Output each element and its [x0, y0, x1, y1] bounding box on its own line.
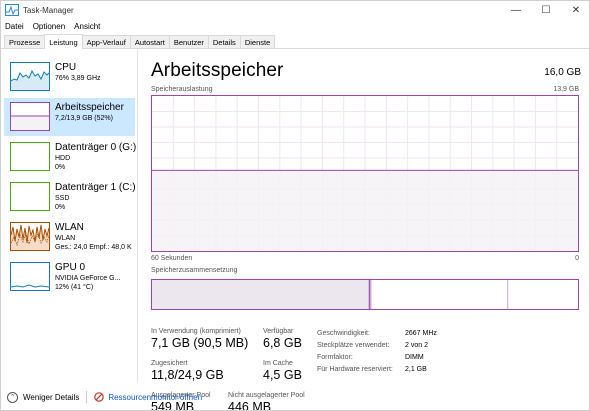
- stat-available-value: 6,8 GB: [263, 336, 302, 350]
- memory-composition-svg: [152, 280, 509, 309]
- spec-speed-key: Geschwindigkeit:: [317, 330, 370, 337]
- spec-reserved-key: Für Hardware reserviert:: [317, 366, 393, 373]
- resource-monitor-label: Ressourcenmonitor öffnen: [108, 392, 203, 402]
- memory-composition-bar: [151, 279, 579, 310]
- tab-users[interactable]: Benutzer: [168, 35, 209, 48]
- usage-area: [152, 170, 578, 251]
- sidebar-disk-1-name: Datenträger 1 (C:): [55, 182, 136, 193]
- cpu-text: CPU 76% 3,89 GHz: [55, 62, 135, 83]
- graph-time-left: 60 Sekunden: [151, 255, 193, 262]
- tab-performance[interactable]: Leistung: [44, 34, 83, 49]
- stat-cached-label: Im Cache: [263, 360, 293, 367]
- memory-text: Arbeitsspeicher 7,2/13,9 GB (52%): [55, 102, 135, 123]
- gpu-0-thumbnail-graph: [10, 262, 50, 291]
- spec-form-factor-value: DIMM: [405, 354, 424, 361]
- stat-committed: Zugesichert 11,8/24,9 GB: [151, 360, 224, 382]
- task-manager-window: Task-Manager — ☐ ✕ Datei Optionen Ansich…: [0, 0, 590, 411]
- sidebar-disk-1-usage: 0%: [55, 204, 66, 211]
- tab-bar: Prozesse Leistung App-Verlauf Autostart …: [1, 34, 589, 49]
- stat-available-label: Verfügbar: [263, 328, 294, 335]
- footer-separator: [86, 391, 88, 403]
- wlan-thumbnail-graph: [10, 222, 50, 251]
- menu-options[interactable]: Optionen: [33, 22, 65, 31]
- fewer-details-button[interactable]: ⌃ Weniger Details: [7, 391, 80, 403]
- task-manager-app-icon: [5, 4, 19, 16]
- memory-usage-graph: [151, 95, 579, 252]
- stat-cached-value: 4,5 GB: [263, 368, 302, 382]
- page-title: Arbeitsspeicher: [151, 60, 284, 81]
- performance-sidebar: CPU 76% 3,89 GHz Arbeitsspeicher 7,2/13,…: [1, 50, 138, 382]
- sidebar-item-wlan[interactable]: WLAN WLAN Ges.: 24,0 Empf.: 48,0 K: [4, 218, 135, 256]
- tab-details[interactable]: Details: [207, 35, 241, 48]
- stat-cached: Im Cache 4,5 GB: [263, 360, 302, 382]
- disk-1-thumbnail-graph: [10, 182, 50, 211]
- menu-view[interactable]: Ansicht: [74, 22, 100, 31]
- wlan-text: WLAN WLAN Ges.: 24,0 Empf.: 48,0 K: [55, 222, 135, 252]
- sidebar-disk-0-usage: 0%: [55, 164, 66, 171]
- sidebar-item-cpu[interactable]: CPU 76% 3,89 GHz: [4, 58, 135, 96]
- disk-0-text: Datenträger 0 (G:) HDD 0%: [55, 142, 137, 172]
- tab-processes[interactable]: Prozesse: [4, 35, 46, 48]
- stat-in-use-value: 7,1 GB (90,5 MB): [151, 336, 249, 350]
- sidebar-cpu-name: CPU: [55, 62, 77, 73]
- stat-in-use-label: In Verwendung (komprimiert): [151, 328, 241, 335]
- stat-committed-label: Zugesichert: [151, 360, 188, 367]
- footer-bar: ⌃ Weniger Details Ressourcenmonitor öffn…: [1, 382, 589, 410]
- sidebar-item-memory[interactable]: Arbeitsspeicher 7,2/13,9 GB (52%): [4, 98, 135, 136]
- resource-monitor-icon: [94, 392, 105, 402]
- total-memory: 16,0 GB: [544, 67, 581, 78]
- disk-1-text: Datenträger 1 (C:) SSD 0%: [55, 182, 136, 212]
- sidebar-cpu-usage: 76% 3,89 GHz: [55, 75, 101, 82]
- spec-form-factor-key: Formfaktor:: [317, 354, 353, 361]
- tab-app-history[interactable]: App-Verlauf: [81, 35, 131, 48]
- gpu-0-text: GPU 0 NVIDIA GeForce G... 12% (41 °C): [55, 262, 135, 292]
- usage-graph-max: 13,9 GB: [553, 86, 579, 93]
- disk-0-thumbnail-graph: [10, 142, 50, 171]
- stat-in-use: In Verwendung (komprimiert) 7,1 GB (90,5…: [151, 328, 248, 350]
- spec-slots-key: Steckplätze verwendet:: [317, 342, 390, 349]
- minimize-button[interactable]: —: [501, 1, 531, 19]
- graph-time-right: 0: [575, 255, 579, 262]
- composition-in-use: [152, 280, 370, 309]
- sidebar-gpu-0-usage: 12% (41 °C): [55, 284, 94, 291]
- sidebar-item-gpu-0[interactable]: GPU 0 NVIDIA GeForce G... 12% (41 °C): [4, 258, 135, 296]
- memory-thumbnail-graph: [10, 102, 50, 131]
- cpu-thumbnail-graph: [10, 62, 50, 91]
- resource-monitor-link[interactable]: Ressourcenmonitor öffnen: [94, 392, 202, 402]
- sidebar-wlan-type: WLAN: [55, 235, 76, 242]
- menu-bar: Datei Optionen Ansicht: [1, 19, 109, 33]
- chevron-up-icon: ⌃: [7, 391, 18, 403]
- menu-file[interactable]: Datei: [5, 22, 24, 31]
- sidebar-disk-1-type: SSD: [55, 195, 70, 202]
- title-bar[interactable]: Task-Manager — ☐ ✕: [1, 1, 589, 19]
- window-title: Task-Manager: [23, 5, 74, 15]
- sidebar-gpu-0-model: NVIDIA GeForce G...: [55, 275, 121, 282]
- tab-startup[interactable]: Autostart: [129, 35, 170, 48]
- tab-services[interactable]: Dienste: [239, 35, 276, 48]
- spec-slots-value: 2 von 2: [405, 342, 428, 349]
- sidebar-gpu-0-name: GPU 0: [55, 262, 86, 273]
- close-button[interactable]: ✕: [561, 1, 589, 19]
- sidebar-memory-name: Arbeitsspeicher: [55, 102, 124, 113]
- sidebar-disk-0-name: Datenträger 0 (G:): [55, 142, 137, 153]
- window-controls: — ☐ ✕: [501, 1, 589, 19]
- sidebar-item-disk-0[interactable]: Datenträger 0 (G:) HDD 0%: [4, 138, 137, 176]
- fewer-details-label: Weniger Details: [23, 392, 80, 402]
- sidebar-memory-usage: 7,2/13,9 GB (52%): [55, 115, 113, 122]
- spec-reserved-value: 2,1 GB: [405, 366, 427, 373]
- stat-available: Verfügbar 6,8 GB: [263, 328, 302, 350]
- sidebar-disk-0-type: HDD: [55, 155, 71, 162]
- sidebar-wlan-name: WLAN: [55, 222, 84, 233]
- maximize-button[interactable]: ☐: [531, 1, 561, 19]
- sidebar-item-disk-1[interactable]: Datenträger 1 (C:) SSD 0%: [4, 178, 136, 216]
- composition-label: Speicherzusammensetzung: [151, 267, 238, 274]
- sidebar-wlan-throughput: Ges.: 24,0 Empf.: 48,0 K: [55, 244, 132, 251]
- memory-usage-svg: [152, 96, 578, 251]
- usage-graph-label: Speicherauslastung: [151, 86, 213, 93]
- spec-speed-value: 2667 MHz: [405, 330, 437, 337]
- stat-committed-value: 11,8/24,9 GB: [151, 368, 224, 382]
